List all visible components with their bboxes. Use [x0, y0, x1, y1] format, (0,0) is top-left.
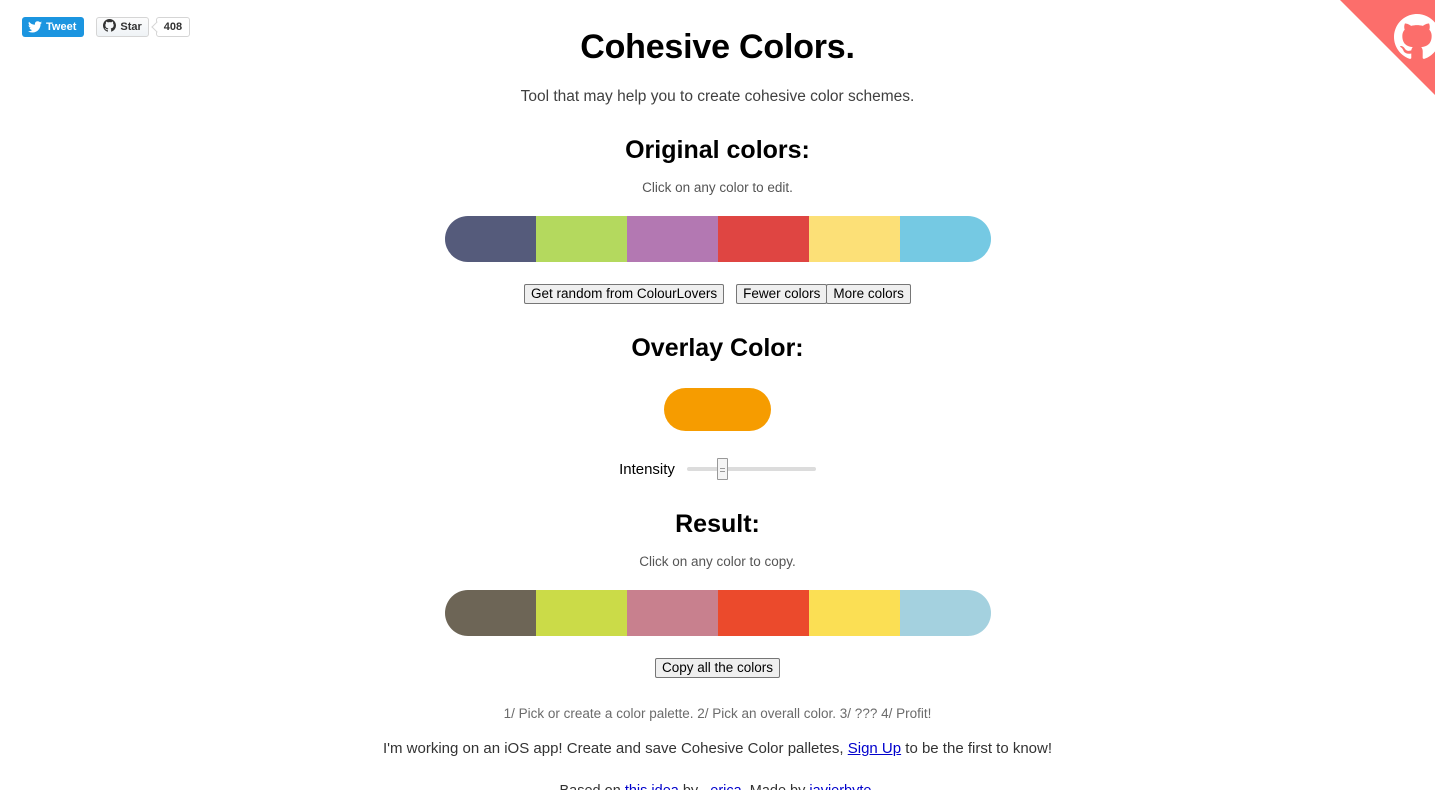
tweet-button[interactable]: Tweet	[22, 17, 85, 37]
color-count-button-group: Fewer colors More colors	[736, 284, 911, 304]
result-heading: Result:	[675, 510, 760, 538]
this-idea-link[interactable]: this idea	[625, 783, 679, 790]
erica-link[interactable]: _erica	[702, 783, 742, 790]
more-colors-button[interactable]: More colors	[826, 284, 911, 304]
original-colors-button-row: Get random from ColourLovers Fewer color…	[0, 284, 1435, 304]
overlay-color-heading: Overlay Color:	[631, 334, 804, 362]
original-color-swatch-3[interactable]	[717, 216, 809, 262]
intensity-control: Intensity	[0, 458, 1435, 480]
github-star-count[interactable]: 408	[155, 17, 191, 37]
page-content: Cohesive Colors. Tool that may help you …	[0, 0, 1435, 790]
original-color-swatch-1[interactable]	[535, 216, 627, 262]
footer-credit-line: Based on this idea by _erica. Made by ja…	[0, 783, 1435, 790]
original-colors-hint: Click on any color to edit.	[642, 180, 793, 195]
github-star-label: Star	[120, 21, 142, 33]
github-star-group: Star 408	[96, 17, 191, 37]
result-color-swatch-1[interactable]	[535, 590, 627, 636]
original-color-swatch-2[interactable]	[626, 216, 718, 262]
original-colors-heading: Original colors:	[625, 136, 810, 164]
result-color-swatch-0[interactable]	[444, 590, 536, 636]
intensity-label: Intensity	[619, 460, 675, 478]
intensity-slider-thumb[interactable]	[716, 458, 728, 480]
result-color-swatch-3[interactable]	[717, 590, 809, 636]
footer: 1/ Pick or create a color palette. 2/ Pi…	[0, 706, 1435, 790]
intensity-slider-track	[686, 467, 816, 471]
result-color-swatch-5[interactable]	[899, 590, 991, 636]
page-title: Cohesive Colors.	[580, 28, 855, 66]
footer-credit-by: by	[679, 783, 702, 790]
fewer-colors-button[interactable]: Fewer colors	[736, 284, 828, 304]
footer-ios-line: I'm working on an iOS app! Create and sa…	[0, 740, 1435, 757]
overlay-color-swatch[interactable]	[664, 388, 771, 431]
github-star-button[interactable]: Star	[96, 17, 149, 37]
copy-all-colors-button[interactable]: Copy all the colors	[654, 658, 781, 678]
javierbyte-link[interactable]: javierbyte	[809, 783, 871, 790]
page-subtitle: Tool that may help you to create cohesiv…	[520, 88, 915, 105]
original-colors-palette	[444, 216, 991, 262]
tweet-button-label: Tweet	[46, 21, 77, 33]
result-hint: Click on any color to copy.	[639, 554, 796, 569]
twitter-bird-icon	[28, 21, 42, 33]
result-button-row: Copy all the colors	[0, 658, 1435, 678]
original-color-swatch-4[interactable]	[808, 216, 900, 262]
intensity-slider[interactable]	[686, 458, 816, 480]
sign-up-link[interactable]: Sign Up	[848, 740, 901, 757]
original-color-swatch-0[interactable]	[444, 216, 536, 262]
social-buttons-bar: Tweet Star 408	[22, 17, 191, 37]
github-octocat-icon	[103, 19, 117, 35]
footer-credit-mid: . Made by	[742, 783, 810, 790]
result-color-swatch-2[interactable]	[626, 590, 718, 636]
result-colors-palette	[444, 590, 991, 636]
footer-steps: 1/ Pick or create a color palette. 2/ Pi…	[503, 706, 932, 721]
footer-ios-post: to be the first to know!	[901, 740, 1053, 757]
footer-credit-pre: Based on	[560, 783, 625, 790]
get-random-colourlovers-button[interactable]: Get random from ColourLovers	[524, 284, 725, 304]
footer-credit-end: .	[871, 783, 875, 790]
result-color-swatch-4[interactable]	[808, 590, 900, 636]
footer-ios-pre: I'm working on an iOS app! Create and sa…	[382, 740, 848, 757]
original-color-swatch-5[interactable]	[899, 216, 991, 262]
fork-me-on-github-ribbon[interactable]	[1340, 0, 1435, 95]
